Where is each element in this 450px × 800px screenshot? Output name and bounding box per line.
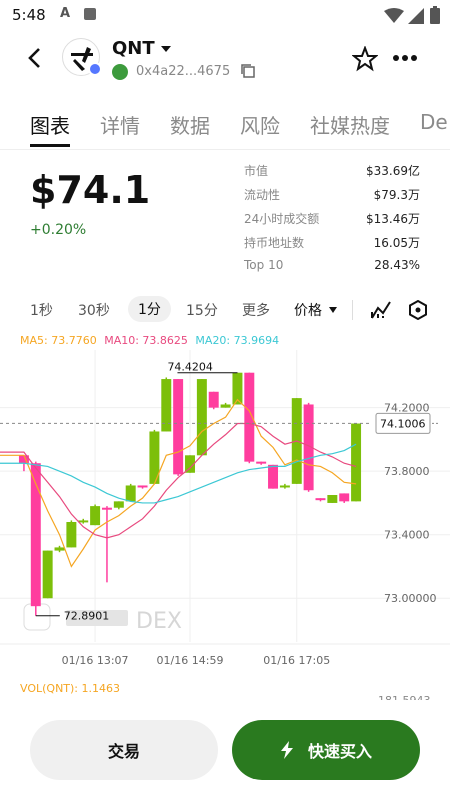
timeframe-30s[interactable]: 30秒: [78, 300, 110, 320]
high-label: 74.4204: [167, 361, 213, 374]
stat-value: $33.69亿: [366, 164, 420, 178]
quick-buy-button[interactable]: 快速买入: [232, 720, 420, 780]
battery-icon: [430, 6, 440, 24]
status-time: 5:48: [12, 6, 46, 24]
stat-row: 持币地址数 16.05万: [244, 234, 420, 258]
trade-button[interactable]: 交易: [30, 720, 218, 780]
candle-body: [279, 485, 290, 488]
tab-chart[interactable]: 图表: [30, 110, 70, 139]
tab-bar: 图表 详情 数据 风险 社媒热度 De: [0, 100, 450, 150]
back-arrow-icon[interactable]: [26, 46, 44, 70]
x-tick-label: 01/16 17:05: [263, 654, 330, 667]
caret-down-icon[interactable]: [328, 306, 338, 314]
watermark-text: DEX: [136, 609, 182, 634]
wifi-icon: [384, 8, 404, 23]
candle-body: [351, 423, 362, 502]
candle-body: [42, 550, 53, 599]
copy-icon[interactable]: [240, 63, 256, 79]
stat-row: 24小时成交额 $13.46万: [244, 210, 420, 234]
current-price-label: 74.1006: [380, 417, 426, 430]
caret-down-icon[interactable]: [160, 44, 172, 54]
stat-value: 16.05万: [373, 236, 420, 250]
timeframe-15m[interactable]: 15分: [186, 300, 218, 320]
status-bar: 5:48 A: [0, 0, 450, 32]
stat-value: $79.3万: [373, 188, 420, 202]
candle-body: [137, 485, 148, 488]
notification-box-icon: [84, 8, 96, 20]
signal-icon: [408, 8, 424, 24]
tab-risk[interactable]: 风险: [240, 110, 280, 139]
y-tick-label: 73.4000: [384, 529, 430, 542]
tab-details[interactable]: 详情: [100, 110, 140, 139]
candle-body: [208, 391, 219, 408]
stat-label: 市值: [244, 164, 269, 178]
tab-social[interactable]: 社媒热度: [310, 110, 390, 139]
tab-active-indicator: [30, 144, 70, 147]
chain-badge-icon: [88, 62, 102, 76]
volume-label: VOL(QNT): 1.1463: [20, 682, 120, 695]
timeframe-1m[interactable]: 1分: [128, 296, 171, 322]
candle-body: [173, 379, 184, 475]
contract-address: 0x4a22...4675: [136, 64, 231, 79]
stat-label: Top 10: [244, 258, 284, 272]
divider: [352, 300, 353, 320]
candle-body: [66, 522, 77, 548]
price-selector[interactable]: 价格: [294, 300, 322, 320]
expand-icon: [23, 603, 51, 631]
timeframe-more[interactable]: 更多: [242, 300, 270, 320]
stat-value: $13.46万: [366, 212, 420, 226]
trade-button-label: 交易: [107, 742, 140, 761]
timeframe-1s[interactable]: 1秒: [30, 300, 53, 320]
stat-row: 市值 $33.69亿: [244, 162, 420, 186]
more-icon[interactable]: [392, 54, 418, 62]
settings-hexagon-icon[interactable]: [408, 300, 428, 320]
candle-body: [339, 493, 350, 502]
ma10-label: MA10: 73.8625: [104, 334, 188, 347]
y-tick-label: 73.00000: [384, 592, 437, 605]
stats-panel: 市值 $33.69亿 流动性 $79.3万 24小时成交额 $13.46万 持币地址数…: [244, 162, 420, 282]
y-tick-label: 73.8000: [384, 465, 430, 478]
stat-row: Top 10 28.43%: [244, 258, 420, 282]
candle-body: [101, 507, 112, 510]
y-tick-label: 74.2000: [384, 402, 430, 415]
stat-label: 持币地址数: [244, 236, 305, 250]
candle-body: [78, 520, 89, 523]
price-value: $74.1: [30, 168, 151, 212]
timeframe-bar: 1秒 30秒 1分 15分 更多 价格: [0, 296, 450, 326]
ma20-label: MA20: 73.9694: [195, 334, 280, 347]
star-icon[interactable]: [352, 46, 378, 72]
notification-a-icon: A: [60, 6, 71, 21]
contract-badge-icon: [112, 64, 128, 80]
indicator-icon[interactable]: [370, 300, 392, 320]
stat-label: 24小时成交额: [244, 212, 320, 226]
low-label: 72.8901: [64, 610, 110, 623]
candle-body: [90, 506, 101, 526]
candle-body: [327, 495, 338, 503]
token-name[interactable]: QNT: [112, 38, 155, 59]
ma5-label: MA5: 73.7760: [20, 334, 97, 347]
tab-data[interactable]: 数据: [170, 110, 210, 139]
stat-value: 28.43%: [374, 258, 420, 272]
x-tick-label: 01/16 13:07: [62, 654, 129, 667]
candlestick-chart[interactable]: 74.2000 73.8000 73.4000 73.00000 01/16 13:07…: [0, 350, 450, 670]
x-tick-label: 01/16 14:59: [157, 654, 224, 667]
candle-body: [196, 379, 207, 456]
tab-more[interactable]: De: [420, 110, 448, 134]
price-change: +0.20%: [30, 222, 87, 238]
lightning-icon: [280, 741, 293, 759]
footer-actions: 交易 快速买入: [0, 700, 450, 800]
stat-label: 流动性: [244, 188, 281, 202]
quick-buy-label: 快速买入: [307, 742, 372, 761]
stat-row: 流动性 $79.3万: [244, 186, 420, 210]
candle-body: [54, 547, 65, 551]
ma-legend: MA5: 73.7760 MA10: 73.8625 MA20: 73.9694: [20, 334, 279, 347]
candle-body: [125, 485, 136, 502]
candle-body: [315, 498, 326, 501]
token-header: QNT 0x4a22...4675: [0, 32, 450, 92]
candle-body: [256, 461, 267, 464]
candle-body: [220, 404, 231, 408]
candle-body: [268, 464, 279, 489]
candle-body: [113, 501, 124, 508]
